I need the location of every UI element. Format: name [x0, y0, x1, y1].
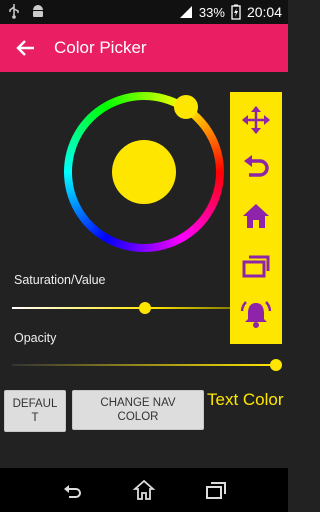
- status-right: 33% 20:04: [179, 4, 282, 20]
- page-title: Color Picker: [54, 38, 147, 57]
- opacity-slider[interactable]: [12, 357, 282, 373]
- arrow-back-icon[interactable]: [14, 36, 38, 60]
- picker-content: Saturation/Value Opacity DEFAUL T CHANGE…: [0, 72, 288, 468]
- opacity-thumb[interactable]: [270, 359, 282, 371]
- system-nav-bar: [0, 468, 288, 512]
- hue-wheel[interactable]: [64, 92, 224, 252]
- default-button-line2: T: [31, 412, 39, 424]
- signal-icon: [179, 6, 192, 18]
- status-left: [8, 3, 46, 19]
- saturation-value-thumb[interactable]: [139, 302, 151, 314]
- saturation-value-label: Saturation/Value: [14, 273, 106, 287]
- home-icon: [243, 204, 269, 228]
- opacity-label: Opacity: [14, 331, 57, 345]
- opacity-track: [12, 364, 276, 366]
- android-debug-icon: [33, 5, 43, 17]
- default-button[interactable]: DEFAUL T: [4, 390, 66, 432]
- app-bar: Color Picker: [0, 24, 288, 72]
- usb-icon: [9, 4, 19, 19]
- color-preview-circle: [112, 140, 176, 204]
- recents-icon[interactable]: [204, 478, 228, 502]
- back-icon[interactable]: [60, 478, 84, 502]
- text-color-label[interactable]: Text Color: [207, 390, 284, 410]
- status-bar: 33% 20:04: [0, 0, 288, 24]
- nav-preview-toolbar: [230, 92, 282, 344]
- change-nav-line1: CHANGE NAV: [100, 397, 176, 409]
- hue-handle: [174, 95, 198, 119]
- default-button-line1: DEFAUL: [12, 398, 58, 410]
- alarm-bell-icon: [240, 301, 272, 328]
- recent-apps-icon: [242, 255, 270, 278]
- move-arrows-icon: [242, 106, 270, 134]
- undo-icon: [244, 155, 269, 177]
- change-nav-color-button[interactable]: CHANGE NAV COLOR: [72, 390, 204, 430]
- home-icon[interactable]: [132, 478, 156, 502]
- battery-charging-icon: [231, 4, 241, 20]
- clock: 20:04: [246, 4, 282, 20]
- battery-percent: 33%: [198, 4, 225, 20]
- change-nav-line2: COLOR: [117, 411, 159, 423]
